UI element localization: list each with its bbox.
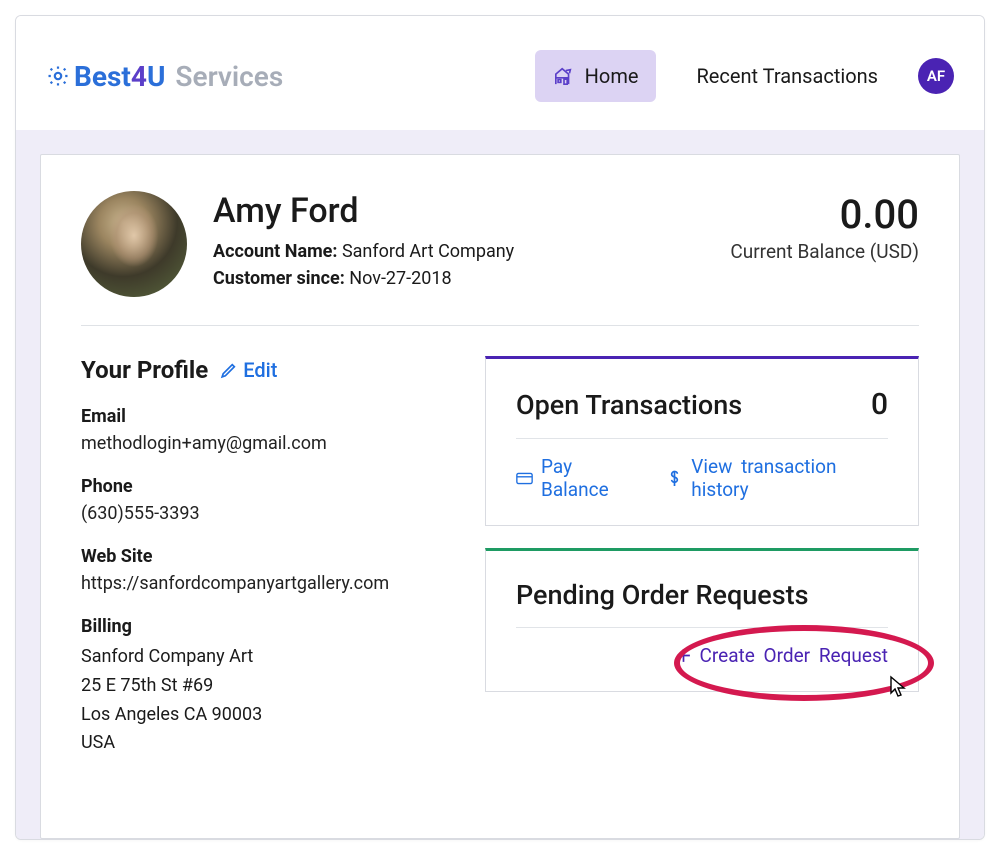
profile-meta: Amy Ford Account Name: Sanford Art Compa… <box>213 191 514 295</box>
gear-icon <box>46 64 70 88</box>
email-value: methodlogin+amy@gmail.com <box>81 433 441 454</box>
content-area: Amy Ford Account Name: Sanford Art Compa… <box>16 130 984 839</box>
pending-order-requests-panel: Pending Order Requests Create Order Requ… <box>485 548 919 692</box>
profile-header: Amy Ford Account Name: Sanford Art Compa… <box>81 191 919 326</box>
profile-avatar <box>81 191 187 297</box>
brand-logo: Best4U Services <box>46 60 283 93</box>
phone-label: Phone <box>81 476 441 497</box>
billing-city: Los Angeles CA 90003 <box>81 701 441 730</box>
top-nav: Home Recent Transactions AF <box>535 50 954 102</box>
balance-label: Current Balance (USD) <box>730 240 919 263</box>
nav-recent-transactions[interactable]: Recent Transactions <box>678 50 896 102</box>
edit-profile-link[interactable]: Edit <box>220 358 277 382</box>
open-transactions-count: 0 <box>871 387 888 422</box>
billing-street: 25 E 75th St #69 <box>81 672 441 701</box>
plus-icon <box>675 647 692 664</box>
website-value: https://sanfordcompanyartgallery.com <box>81 573 441 594</box>
website-label: Web Site <box>81 546 441 567</box>
your-profile-title: Your Profile <box>81 356 208 384</box>
nav-home[interactable]: Home <box>535 50 657 102</box>
topbar: Best4U Services Home Recent Transactions… <box>16 16 984 130</box>
view-transaction-history-link[interactable]: View transaction history <box>666 455 888 501</box>
user-avatar-badge[interactable]: AF <box>918 58 954 94</box>
customer-since-label: Customer since: <box>213 268 345 289</box>
nav-home-label: Home <box>585 64 639 88</box>
profile-name: Amy Ford <box>213 191 514 231</box>
pending-order-requests-title: Pending Order Requests <box>516 579 809 611</box>
app-window: Best4U Services Home Recent Transactions… <box>15 15 985 840</box>
balance-block: 0.00 Current Balance (USD) <box>730 191 919 263</box>
pay-balance-link[interactable]: Pay Balance <box>516 455 640 501</box>
create-order-request-link[interactable]: Create Order Request <box>675 644 888 667</box>
nav-recent-label: Recent Transactions <box>696 64 878 88</box>
email-label: Email <box>81 406 441 427</box>
profile-details-column: Your Profile Edit Email methodlogin+amy@… <box>81 356 441 780</box>
customer-since-value: Nov-27-2018 <box>349 268 451 289</box>
card-icon <box>516 470 533 487</box>
account-name-value: Sanford Art Company <box>342 241 514 262</box>
panels-column: Open Transactions 0 Pay Balance <box>485 356 919 780</box>
billing-company: Sanford Company Art <box>81 643 441 672</box>
profile-card: Amy Ford Account Name: Sanford Art Compa… <box>40 154 960 839</box>
balance-amount: 0.00 <box>730 191 919 238</box>
billing-label: Billing <box>81 616 441 637</box>
phone-value: (630)555-3393 <box>81 503 441 524</box>
open-transactions-title: Open Transactions <box>516 389 742 421</box>
dollar-icon <box>666 470 683 487</box>
home-icon <box>553 66 575 86</box>
open-transactions-panel: Open Transactions 0 Pay Balance <box>485 356 919 526</box>
pencil-icon <box>220 362 237 379</box>
account-name-label: Account Name: <box>213 241 337 262</box>
billing-country: USA <box>81 729 441 758</box>
